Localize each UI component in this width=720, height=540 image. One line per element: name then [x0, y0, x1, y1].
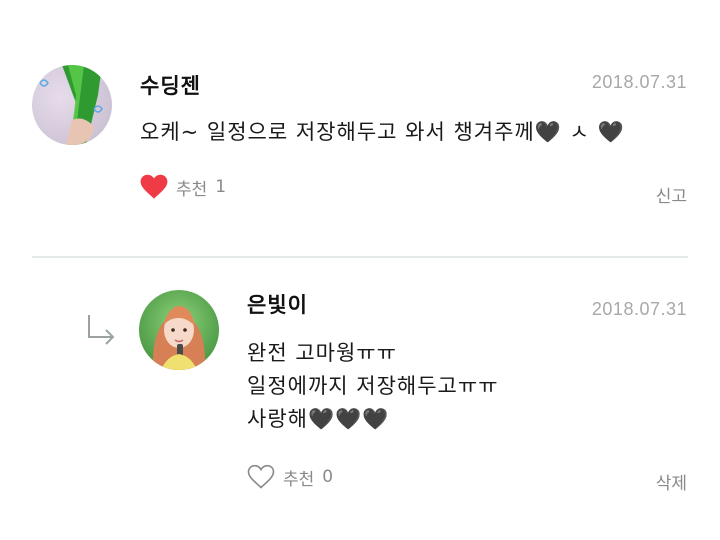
comment-text-line: 일정에까지 저장해두고ㅠㅠ	[247, 374, 499, 398]
heart-filled-icon[interactable]	[140, 174, 168, 200]
comment-body: 오케~ 일정으로 저장해두고 와서 챙겨주께🖤 ㅅ 🖤	[140, 116, 625, 149]
comment-text-line: 사랑해🖤🖤🖤	[247, 407, 390, 431]
like-button[interactable]: 추천 0	[247, 464, 333, 490]
report-button[interactable]: 신고	[656, 182, 687, 207]
avatar[interactable]	[32, 65, 112, 145]
comment-item: 수딩젠 2018.07.31 오케~ 일정으로 저장해두고 와서 챙겨주께🖤 ㅅ…	[0, 0, 720, 256]
reply-arrow-icon	[86, 313, 116, 345]
heart-outline-icon[interactable]	[247, 464, 275, 490]
like-button[interactable]: 추천 1	[140, 174, 226, 200]
comment-author[interactable]: 은빛이	[247, 289, 308, 319]
comment-text-line: 오케~ 일정으로 저장해두고 와서 챙겨주께🖤 ㅅ 🖤	[140, 120, 625, 144]
delete-button[interactable]: 삭제	[656, 469, 687, 494]
like-label: 추천	[283, 469, 315, 490]
like-label: 추천	[176, 179, 208, 200]
comment-author[interactable]: 수딩젠	[140, 70, 201, 100]
comment-text-line: 완전 고마웡ㅠㅠ	[247, 341, 397, 365]
like-count: 0	[322, 467, 334, 487]
comment-body: 완전 고마웡ㅠㅠ 일정에까지 저장해두고ㅠㅠ 사랑해🖤🖤🖤	[247, 337, 499, 436]
comment-date: 2018.07.31	[591, 72, 687, 92]
comment-date: 2018.07.31	[591, 299, 687, 319]
reply-item: 은빛이 2018.07.31 완전 고마웡ㅠㅠ 일정에까지 저장해두고ㅠㅠ 사랑…	[0, 258, 720, 540]
like-count: 1	[215, 177, 227, 197]
avatar[interactable]	[139, 290, 219, 370]
